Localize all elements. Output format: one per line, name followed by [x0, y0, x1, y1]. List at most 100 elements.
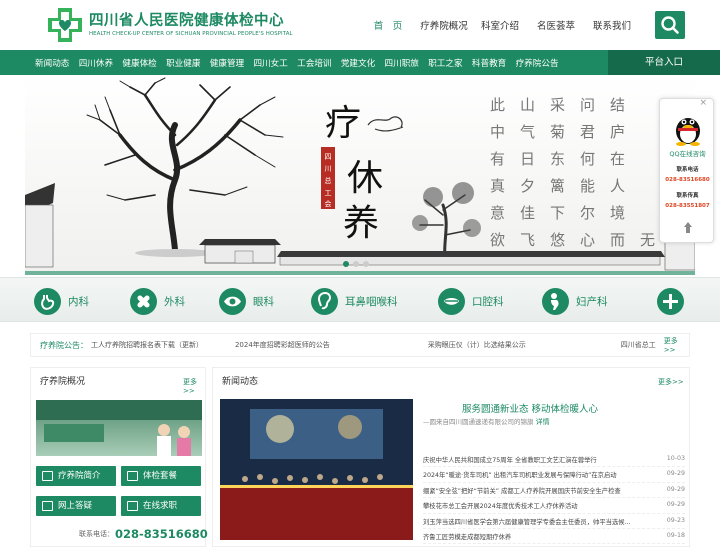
nav-occupational-health[interactable]: 职业健康 [166, 57, 200, 69]
dept-internal-medicine[interactable]: 内科 [34, 286, 89, 316]
platform-entry-button[interactable]: 平台入口 [608, 50, 720, 75]
svg-text:川: 川 [325, 165, 332, 173]
search-button[interactable] [655, 11, 685, 39]
dept-ophthalmology[interactable]: 眼科 [219, 286, 274, 316]
nav-health-check[interactable]: 健康体检 [122, 57, 156, 69]
news-item[interactable]: 庆祝中华人民共和国成立75周年 全省教职工文艺汇演在蓉举行 10-03 [423, 452, 685, 468]
topnav-doctors[interactable]: 名医荟萃 [528, 18, 584, 32]
svg-text:气: 气 [520, 123, 535, 141]
bandage-icon [130, 287, 157, 315]
nav-worker-travel[interactable]: 四川职旅 [385, 57, 419, 69]
news-item[interactable]: 齐鲁工匠劳模走成都短期疗休养 09-18 [423, 529, 685, 545]
topnav-departments[interactable]: 科室介绍 [472, 18, 528, 32]
banner-title-char-2: 休 [347, 158, 383, 199]
news-more-link[interactable]: 更多>> [658, 377, 684, 387]
job-apply-button[interactable]: 在线求职 [121, 496, 201, 516]
plus-icon [657, 287, 684, 315]
topnav-home[interactable]: 首 页 [360, 18, 416, 32]
online-qa-button[interactable]: 网上答疑 [36, 496, 116, 516]
nav-female-workers[interactable]: 四川女工 [253, 57, 287, 69]
news-title: 新闻动态 [222, 377, 259, 387]
svg-text:菊: 菊 [550, 123, 565, 141]
topnav-contact[interactable]: 联系我们 [584, 18, 640, 32]
svg-text:能: 能 [580, 177, 595, 195]
notice-more-link[interactable]: 更多>> [664, 336, 689, 354]
svg-text:境: 境 [610, 204, 625, 222]
news-item[interactable]: 攀枝花市总工会开展2024年度优秀技术工人疗休养活动 09-29 [423, 498, 685, 514]
banner-dot[interactable] [353, 261, 359, 267]
fax-label: 联系传真 [676, 193, 699, 199]
dept-label: 内科 [68, 295, 89, 308]
svg-text:会: 会 [325, 199, 332, 208]
svg-text:欲: 欲 [490, 231, 505, 249]
top-navigation: 首 页 疗养院概况 科室介绍 名医荟萃 联系我们 [360, 18, 640, 32]
dept-surgery[interactable]: 外科 [130, 286, 185, 316]
main-navigation: 新闻动态 四川休养 健康体检 职业健康 健康管理 四川女工 工会培训 党建文化 … [0, 50, 720, 75]
chat-icon [42, 501, 53, 511]
notice-item[interactable]: 采购眼压仪（计）比选结果公示 [428, 340, 526, 350]
dept-ent[interactable]: 耳鼻咽喉科 [311, 286, 398, 316]
dept-label: 外科 [164, 295, 185, 308]
banner-illustration: 疗 休 养 四 川 总 工 会 结庐在人境 而 问君何能尔 采菊东篱下 山气日夕… [25, 75, 695, 275]
news-item[interactable]: 绷紧“安全弦”把好“节前关” 成都工人疗养院开展国庆节前安全生产检查 09-29 [423, 483, 685, 499]
intro-title: 疗养院概况 [40, 377, 86, 387]
notice-item[interactable]: 2024年度招聘彩超医师的公告 [235, 340, 330, 350]
site-header: 四川省人民医院健康体检中心 HEALTH CHECK-UP CENTER OF … [0, 0, 720, 50]
news-detail-link[interactable]: 详情 [536, 418, 550, 426]
news-photo[interactable] [220, 399, 413, 540]
poem-col-1: 结 [610, 96, 625, 114]
close-icon[interactable]: × [699, 98, 707, 108]
svg-text:下: 下 [550, 204, 565, 222]
svg-text:悠: 悠 [550, 231, 565, 249]
svg-text:君: 君 [580, 123, 595, 141]
svg-text:意: 意 [490, 204, 505, 222]
notice-item[interactable]: 工人疗养院招聘报名表下载（更新） [91, 340, 203, 350]
svg-text:此: 此 [490, 96, 505, 114]
hero-banner[interactable]: 疗 休 养 四 川 总 工 会 结庐在人境 而 问君何能尔 采菊东篱下 山气日夕… [25, 75, 695, 275]
svg-text:采: 采 [550, 96, 565, 114]
banner-dot-active[interactable] [343, 261, 349, 267]
banner-dot[interactable] [363, 261, 369, 267]
intro-panel: 疗养院概况 更多>> 疗养院简介 体检套餐 网上答疑 在线求职 [30, 367, 206, 547]
nav-science-education[interactable]: 科普教育 [472, 57, 506, 69]
hospital-logo-icon[interactable] [46, 6, 84, 44]
phone-label: 联系电话： [79, 530, 114, 538]
mouth-icon [438, 287, 465, 315]
intro-more-link[interactable]: 更多>> [183, 377, 205, 395]
svg-text:日: 日 [520, 150, 535, 168]
nav-health-management[interactable]: 健康管理 [210, 57, 244, 69]
topnav-overview[interactable]: 疗养院概况 [416, 18, 472, 32]
nav-party-culture[interactable]: 党建文化 [341, 57, 375, 69]
more-departments-button[interactable] [657, 286, 684, 316]
dept-label: 口腔科 [472, 295, 504, 308]
qq-consult-link[interactable]: QQ在线咨询 [660, 148, 715, 158]
svg-text:庐: 庐 [610, 123, 625, 141]
nav-news[interactable]: 新闻动态 [35, 57, 69, 69]
female-icon [542, 287, 569, 315]
site-subtitle-en: HEALTH CHECK-UP CENTER OF SICHUAN PROVIN… [89, 31, 293, 37]
svg-text:在: 在 [610, 150, 625, 168]
qq-penguin-icon[interactable] [673, 111, 703, 146]
intro-photo[interactable] [36, 400, 202, 456]
news-item[interactable]: 2024年“暖途·货车司机” 出租汽车司机职业发展与保障行动”在京启动 09-29 [423, 467, 685, 483]
news-headline[interactable]: 服务圆通新业态 移动体检暖人心 [462, 401, 598, 415]
svg-text:夕: 夕 [520, 177, 535, 195]
checkup-package-button[interactable]: 体检套餐 [121, 466, 201, 486]
dept-label: 耳鼻咽喉科 [345, 295, 398, 308]
nav-worker-home[interactable]: 职工之家 [428, 57, 462, 69]
fax-number: 028-83551807 [665, 203, 710, 209]
dept-obstetrics[interactable]: 妇产科 [542, 286, 608, 316]
intro-button[interactable]: 疗养院简介 [36, 466, 116, 486]
nav-union-training[interactable]: 工会培训 [297, 57, 331, 69]
notice-item[interactable]: 四川省总工 [621, 340, 656, 350]
svg-text:篱: 篱 [550, 177, 565, 195]
banner-title-char-1: 疗 [325, 103, 361, 144]
back-to-top-icon[interactable] [682, 221, 694, 235]
svg-text:总: 总 [325, 176, 332, 185]
nav-sichuan-rest[interactable]: 四川休养 [79, 57, 113, 69]
news-item[interactable]: 刘玉萍当选四川省医学会第六届健康管理学专委会主任委员，帅平当选候... 09-23 [423, 514, 685, 529]
svg-text:飞: 飞 [520, 231, 535, 249]
ear-icon [311, 287, 338, 315]
nav-announcements[interactable]: 疗养院公告 [516, 57, 559, 69]
dept-stomatology[interactable]: 口腔科 [438, 286, 504, 316]
